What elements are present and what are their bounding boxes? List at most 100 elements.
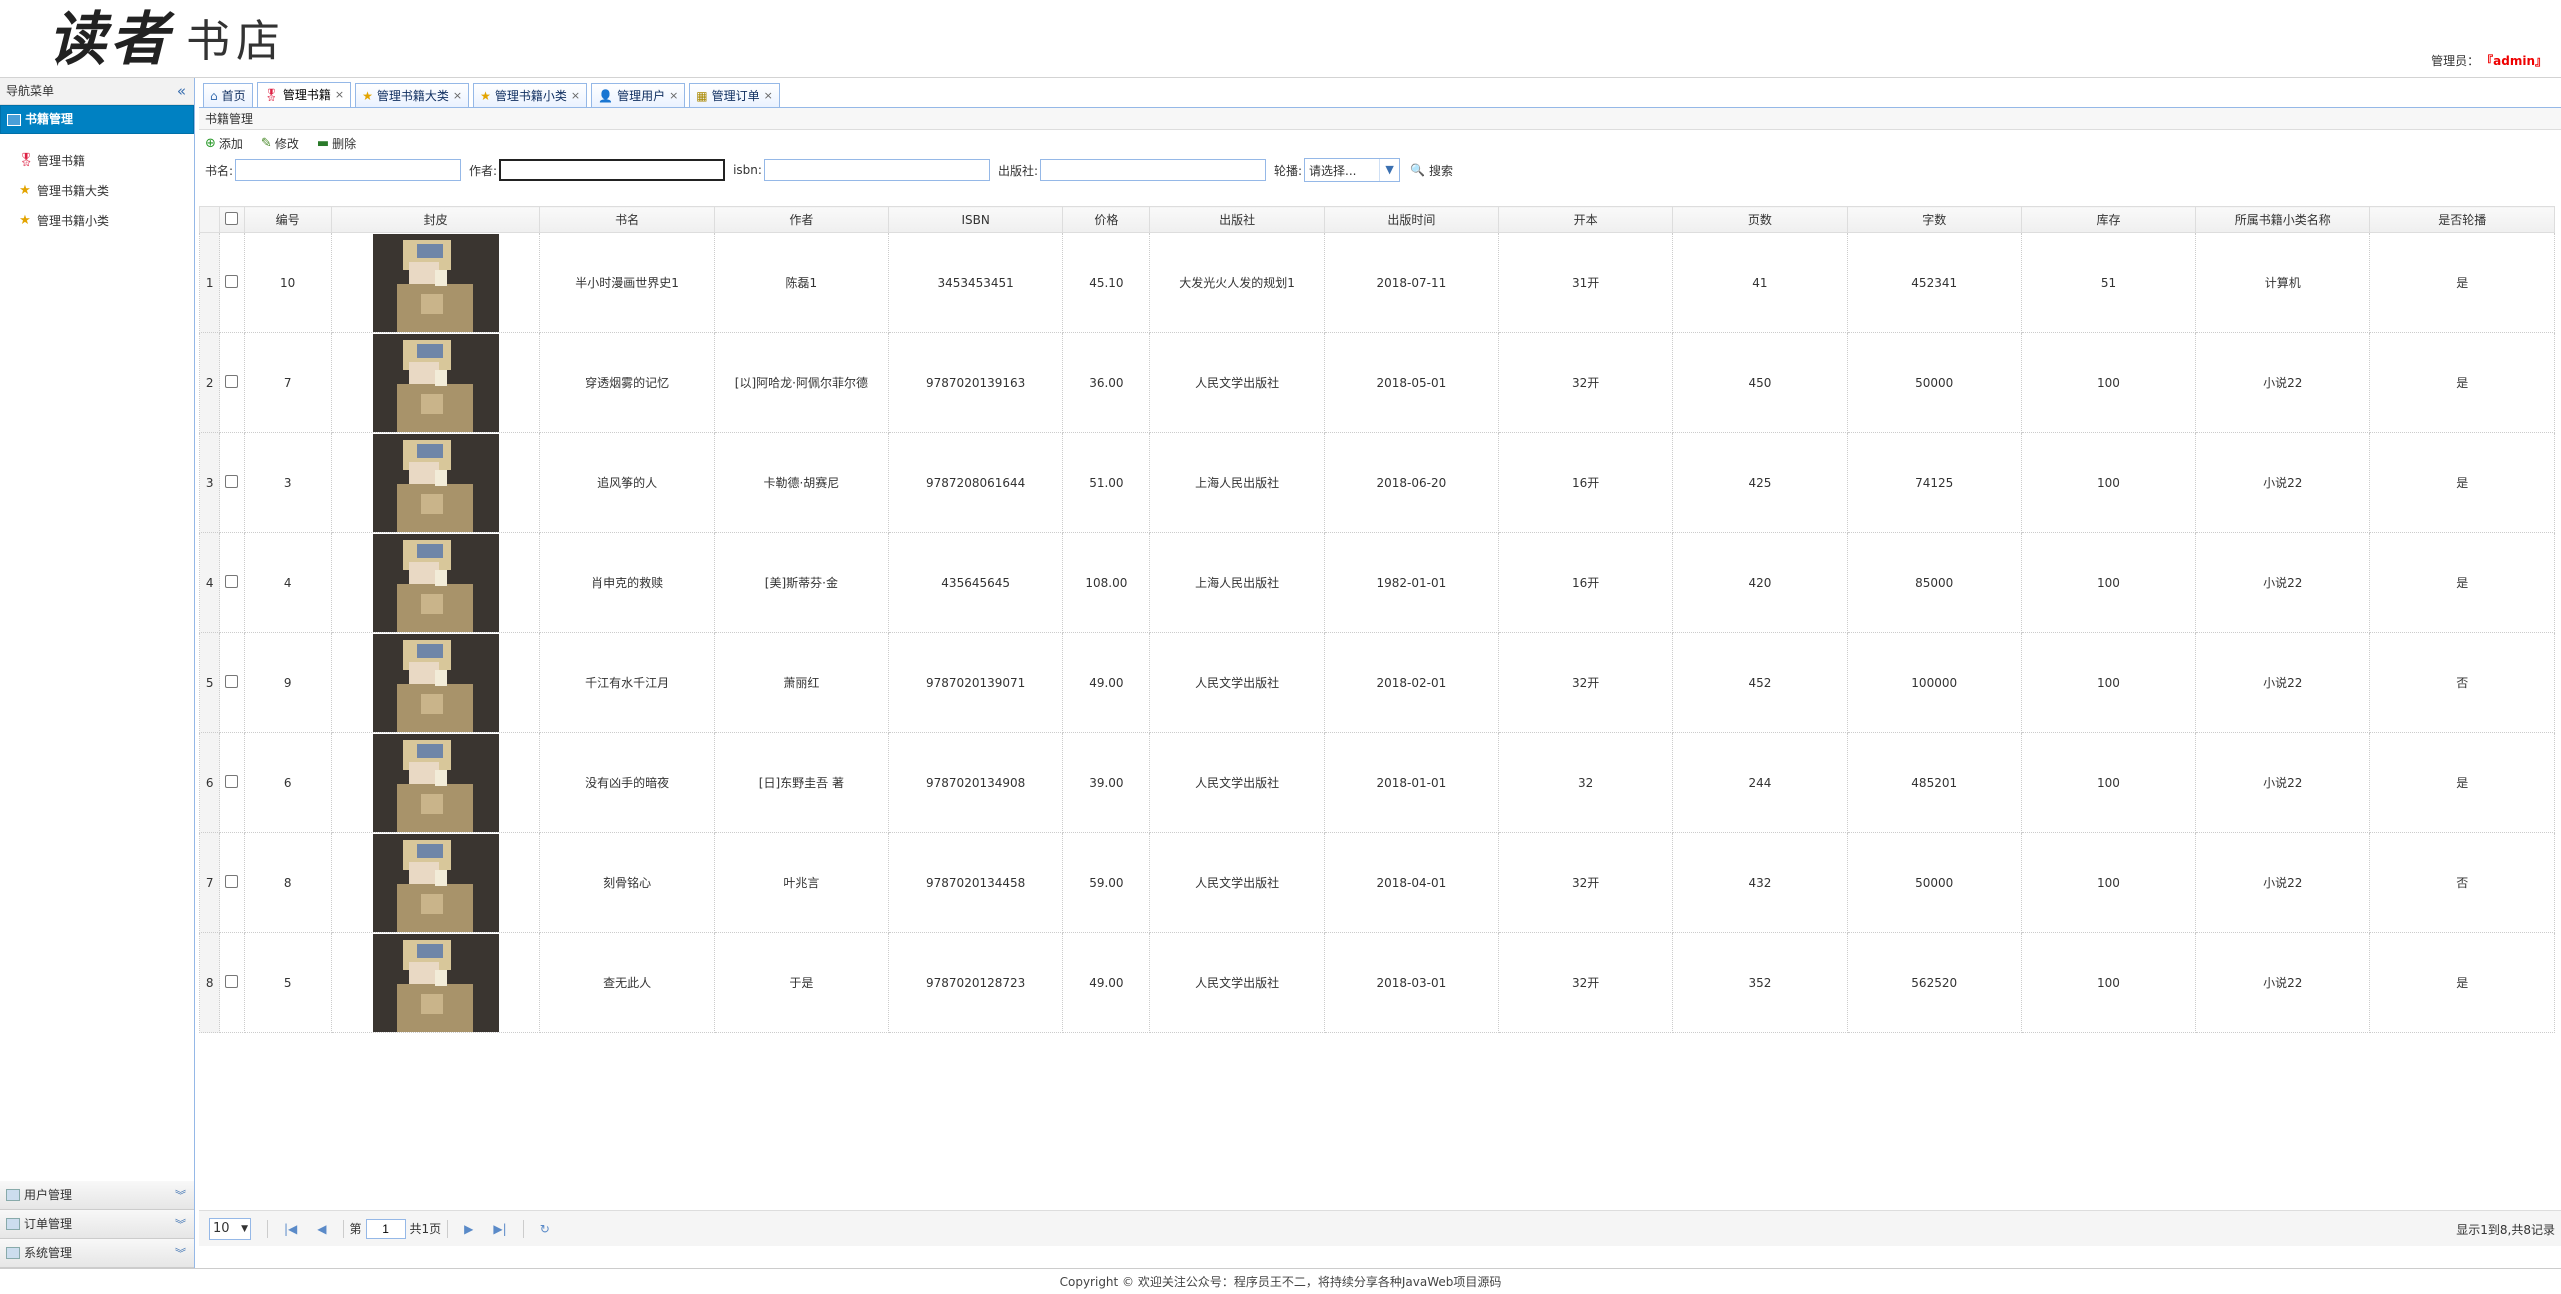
tab-manage-orders[interactable]: ▦ 管理订单 × <box>689 83 780 107</box>
table-row[interactable]: 5 9 千江有水千江月 萧丽红 9787020139071 49.00 人民文学出版社 201… <box>198 632 2555 733</box>
table-row[interactable]: 4 4 肖申克的救赎 [美]斯蒂芬·金 435645645 108.00 上海人民出版社 19… <box>198 532 2555 633</box>
sidebar-item-manage-smallcat[interactable]: ★ 管理书籍小类 <box>0 206 194 236</box>
row-checkbox[interactable] <box>225 774 239 788</box>
logo-subtitle: 书店 <box>186 16 287 67</box>
tab-manage-users[interactable]: 👤 管理用户 × <box>591 83 686 107</box>
select-all-checkbox[interactable] <box>225 211 239 225</box>
cell-format: 32开 <box>1497 332 1674 433</box>
close-icon[interactable]: × <box>669 85 678 107</box>
cell-words: 452341 <box>1846 232 2022 333</box>
collapse-left-icon[interactable]: « <box>177 78 186 105</box>
refresh-icon[interactable]: ↻ <box>540 1222 550 1236</box>
row-checkbox[interactable] <box>225 574 239 588</box>
tab-manage-smallcat[interactable]: ★ 管理书籍小类 × <box>473 83 588 107</box>
close-icon[interactable]: × <box>571 85 580 107</box>
column-header[interactable]: 出版时间 <box>1323 206 1500 233</box>
home-icon: ⌂ <box>210 88 218 103</box>
close-icon[interactable]: × <box>335 84 344 106</box>
cell-stock: 100 <box>2020 832 2197 933</box>
first-page-icon[interactable]: |◀ <box>284 1222 297 1236</box>
cell-pages: 352 <box>1672 932 1848 1033</box>
row-number: 1 <box>198 232 221 333</box>
column-header[interactable]: 开本 <box>1497 206 1674 233</box>
carousel-select[interactable]: 请选择... ▼ <box>1304 158 1401 182</box>
add-button[interactable]: ⊕ 添加 <box>205 135 243 152</box>
table-row[interactable]: 8 5 查无此人 于是 9787020128723 49.00 人民文学出版社 2018-03… <box>198 932 2555 1033</box>
cell-price: 59.00 <box>1062 832 1151 933</box>
row-checkbox[interactable] <box>225 474 239 488</box>
cell-price: 108.00 <box>1062 532 1151 633</box>
page-number-input[interactable] <box>365 1218 406 1239</box>
cell-id: 3 <box>243 432 332 533</box>
delete-button[interactable]: ▬ 删除 <box>317 135 356 152</box>
accordion-system-management[interactable]: 系统管理 ︾ <box>0 1239 194 1268</box>
row-select-cell <box>219 732 245 833</box>
table-row[interactable]: 1 10 半小时漫画世界史1 陈磊1 3453453451 45.10 大发光火人发的规划1… <box>198 232 2555 333</box>
book-name-input[interactable] <box>235 159 462 181</box>
table-row[interactable]: 2 7 穿透烟雾的记忆 [以]阿哈龙·阿佩尔菲尔德 9787020139163 36.00… <box>198 332 2555 433</box>
tab-manage-bigcat[interactable]: ★ 管理书籍大类 × <box>355 83 470 107</box>
row-checkbox[interactable] <box>225 274 239 288</box>
column-header[interactable]: 封皮 <box>330 206 541 233</box>
table-row[interactable]: 7 8 刻骨铭心 叶兆言 9787020134458 59.00 人民文学出版社 2018-0… <box>198 832 2555 933</box>
column-header[interactable]: 作者 <box>713 206 890 233</box>
pager-divider <box>447 1219 449 1238</box>
row-checkbox[interactable] <box>225 974 239 988</box>
cell-price: 49.00 <box>1062 632 1151 733</box>
cell-id: 5 <box>243 932 332 1033</box>
column-header[interactable]: 编号 <box>243 206 332 233</box>
column-header[interactable]: ISBN <box>888 206 1064 233</box>
cell-isbn: 9787020134458 <box>888 832 1064 933</box>
search-button[interactable]: 🔍 搜索 <box>1410 162 1453 179</box>
column-header[interactable]: 库存 <box>2020 206 2197 233</box>
cell-subcat: 计算机 <box>2195 232 2371 333</box>
prev-page-icon[interactable]: ◀ <box>317 1222 326 1236</box>
column-header[interactable]: 所属书籍小类名称 <box>2195 206 2371 233</box>
cell-id: 8 <box>243 832 332 933</box>
accordion-user-management[interactable]: 用户管理 ︾ <box>0 1181 194 1210</box>
table-body: 1 10 半小时漫画世界史1 陈磊1 3453453451 45.10 大发光火人发的规划1… <box>198 232 2555 1033</box>
last-page-icon[interactable]: ▶| <box>493 1222 506 1236</box>
publisher-input[interactable] <box>1040 159 1266 181</box>
accordion-order-management[interactable]: 订单管理 ︾ <box>0 1210 194 1239</box>
column-header[interactable]: 书名 <box>539 206 715 233</box>
cell-words: 85000 <box>1846 532 2022 633</box>
sidebar-item-manage-books[interactable]: 🎖 管理书籍 <box>0 146 194 176</box>
column-header[interactable]: 是否轮播 <box>2369 206 2555 233</box>
cell-format: 32 <box>1497 732 1674 833</box>
table-row[interactable]: 3 3 追风筝的人 卡勒德·胡赛尼 9787208061644 51.00 上海人民出版社 2… <box>198 432 2555 533</box>
cell-stock: 51 <box>2020 232 2197 333</box>
row-checkbox[interactable] <box>225 674 239 688</box>
cover-cell <box>330 432 541 533</box>
accordion-label: 系统管理 <box>24 1245 73 1260</box>
chevron-down-icon[interactable]: ▼ <box>1379 159 1399 181</box>
column-header[interactable]: 字数 <box>1846 206 2022 233</box>
row-select-cell <box>219 232 245 333</box>
table-row[interactable]: 6 6 没有凶手的暗夜 [日]东野圭吾 著 9787020134908 39.00 人民文学… <box>198 732 2555 833</box>
page-size-select[interactable]: 10 ▼ <box>209 1217 251 1240</box>
isbn-label: isbn: <box>733 163 762 177</box>
column-header[interactable]: 页数 <box>1672 206 1848 233</box>
close-icon[interactable]: × <box>764 85 773 107</box>
cover-cell <box>330 832 541 933</box>
row-checkbox[interactable] <box>225 374 239 388</box>
next-page-icon[interactable]: ▶ <box>464 1222 473 1236</box>
tab-bar: ⌂ 首页 🎖 管理书籍 × ★ 管理书籍大类 × ★ 管理书籍小类 × 👤 管理… <box>199 78 2561 108</box>
user-name[interactable]: 『admin』 <box>2487 54 2547 68</box>
isbn-input[interactable] <box>763 159 990 181</box>
tab-manage-books[interactable]: 🎖 管理书籍 × <box>256 82 352 107</box>
close-icon[interactable]: × <box>453 85 462 107</box>
row-select-cell <box>219 632 245 733</box>
book-cover <box>372 233 499 332</box>
edit-button[interactable]: ✎ 修改 <box>261 135 299 152</box>
sidebar-item-manage-bigcat[interactable]: ★ 管理书籍大类 <box>0 176 194 206</box>
column-header[interactable]: 价格 <box>1062 206 1151 233</box>
cell-author: 陈磊1 <box>713 232 890 333</box>
cell-author: 叶兆言 <box>713 832 890 933</box>
row-checkbox[interactable] <box>225 874 239 888</box>
author-input[interactable] <box>499 159 726 181</box>
star-icon: ★ <box>19 183 31 198</box>
tab-home[interactable]: ⌂ 首页 <box>203 83 253 107</box>
accordion-book-management[interactable]: 书籍管理 <box>0 105 194 134</box>
column-header[interactable]: 出版社 <box>1149 206 1325 233</box>
